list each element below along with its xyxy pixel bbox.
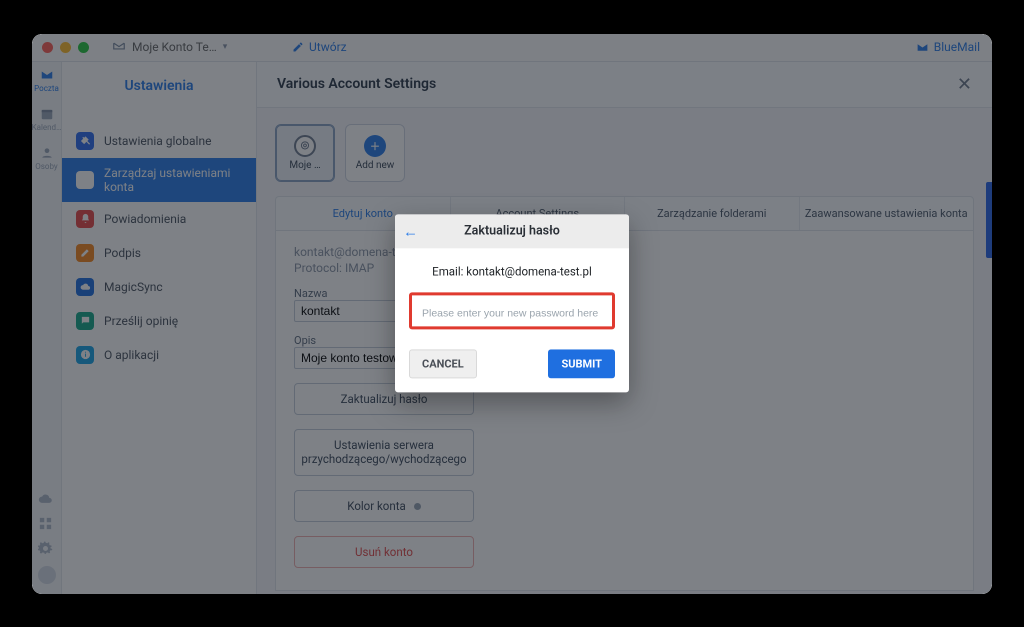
- modal-email-line: Email: kontakt@domena-test.pl: [409, 264, 615, 278]
- password-highlight: [409, 292, 615, 329]
- modal-header: ← Zaktualizuj hasło: [395, 214, 629, 248]
- app-window: Moje Konto Te… ▾ Utwórz BlueMail Poczta …: [32, 34, 992, 594]
- modal-title: Zaktualizuj hasło: [464, 223, 560, 238]
- update-password-modal: ← Zaktualizuj hasło Email: kontakt@domen…: [395, 214, 629, 392]
- password-input[interactable]: [420, 306, 604, 320]
- cancel-button[interactable]: CANCEL: [409, 349, 477, 378]
- back-arrow-icon[interactable]: ←: [403, 222, 418, 240]
- submit-button[interactable]: SUBMIT: [548, 349, 615, 378]
